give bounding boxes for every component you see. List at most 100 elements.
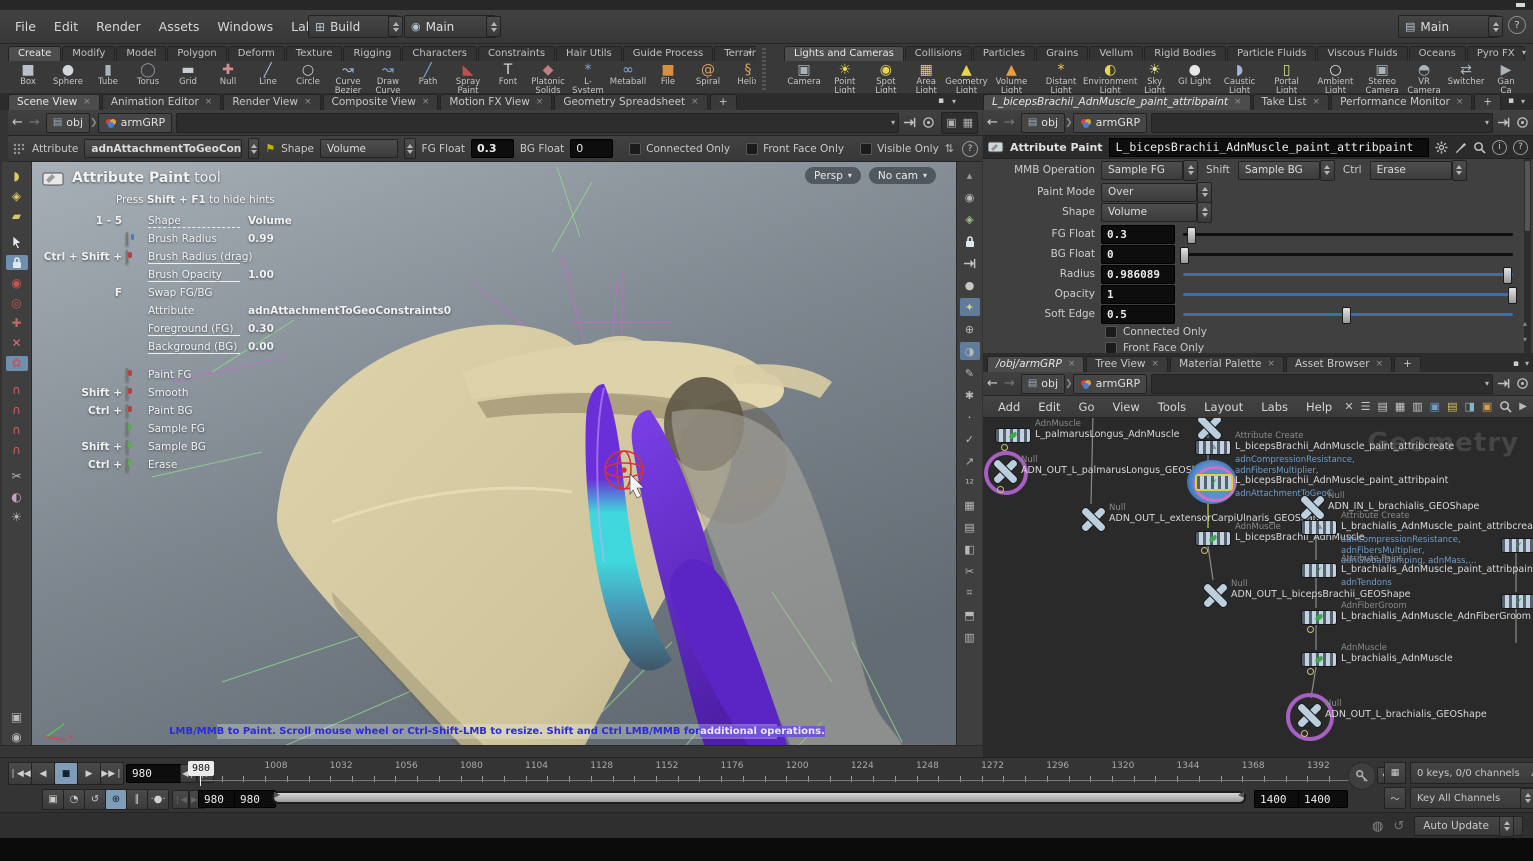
shelf-tool-area-light[interactable]: ▦Area Light: [906, 62, 946, 93]
shelf-tool-sphere[interactable]: ●Sphere: [48, 62, 88, 88]
checkbox[interactable]: [746, 143, 758, 155]
range-display-start-field[interactable]: 980: [234, 790, 276, 808]
menu-file[interactable]: File: [6, 19, 45, 34]
timeline-ruler[interactable]: 1008103210561080110411281152117612001224…: [200, 760, 1350, 786]
network-tab-1[interactable]: Tree View×: [1086, 356, 1168, 372]
group-list-icon[interactable]: ▤: [960, 518, 980, 536]
attribute-select[interactable]: adnAttachmentToGeoConstraints0 (Float): [84, 139, 242, 158]
list-icon[interactable]: ▤: [1377, 400, 1387, 413]
shelf-tab-rigging[interactable]: Rigging: [343, 46, 401, 61]
shelf-tool-switcher[interactable]: ⇄Switcher: [1446, 62, 1486, 88]
key-all-channels-select[interactable]: Key All Channels: [1410, 787, 1533, 809]
params-info-icon[interactable]: i: [1492, 140, 1507, 155]
playback-range-slider[interactable]: ▶◀: [272, 791, 1246, 804]
left-pane-tab-3[interactable]: Composite View×: [323, 94, 439, 110]
orient-tool-icon[interactable]: ◐: [6, 489, 28, 504]
shelf-tab-polygon[interactable]: Polygon: [167, 46, 226, 61]
wireframe-icon[interactable]: ⌗: [960, 584, 980, 602]
params-brush-icon[interactable]: [1454, 141, 1467, 154]
shelf-tool-portal-light[interactable]: ▯Portal Light: [1264, 62, 1308, 93]
desktop-spinner[interactable]: [486, 16, 501, 37]
node-l-bicepsbrachii-adnmuscle-paint-attribcreate[interactable]: ✎: [1195, 440, 1231, 455]
right-pane-tab-0[interactable]: L_bicepsBrachii_AdnMuscle_paint_attribpa…: [983, 94, 1251, 110]
shelf-tool-file[interactable]: ■File: [648, 62, 688, 88]
node-null-adn-out-l-palmaruslongus-geoshape[interactable]: [991, 458, 1017, 484]
close-tab-icon[interactable]: ×: [1313, 97, 1321, 107]
shelf-tool-spray-paint[interactable]: ◣Spray Paint: [448, 62, 488, 93]
playhead-flag[interactable]: 980: [188, 761, 214, 776]
menu-assets[interactable]: Assets: [150, 19, 209, 34]
param-field-bg-float[interactable]: 0: [1101, 245, 1175, 264]
viewport-root-chip[interactable]: ▤obj: [46, 113, 90, 133]
close-tab-icon[interactable]: ×: [1267, 359, 1275, 369]
close-tab-icon[interactable]: ×: [691, 97, 699, 107]
hand-tool-icon[interactable]: ☀: [6, 509, 28, 524]
network-forward-icon[interactable]: →: [1004, 376, 1015, 391]
shelf-tool-path[interactable]: ╱Path: [408, 62, 448, 88]
node-node[interactable]: ✓: [1501, 538, 1533, 553]
close-tab-icon[interactable]: ×: [1234, 97, 1242, 107]
shelf-tool-spot-light[interactable]: ◉Spot Light: [866, 62, 906, 93]
translate-tool-icon[interactable]: ◉: [6, 275, 28, 290]
viewport-follow-icon[interactable]: [922, 116, 935, 129]
close-tab-icon[interactable]: ×: [205, 97, 213, 107]
network-back-icon[interactable]: ←: [987, 376, 998, 391]
isolate-icon[interactable]: ◈: [960, 210, 980, 228]
spinner-control[interactable]: [1499, 816, 1514, 837]
close-tab-icon[interactable]: ×: [1376, 359, 1384, 369]
memory-usage-icon[interactable]: ◍: [1372, 819, 1383, 834]
params-back-icon[interactable]: ←: [987, 115, 998, 130]
clip-icon[interactable]: ✂: [960, 562, 980, 580]
left-pane-tab-0[interactable]: Scene View×: [8, 94, 100, 110]
node-l-palmaruslongus-adnmuscle[interactable]: [995, 428, 1031, 443]
shelf-tab-particle-fluids[interactable]: Particle Fluids: [1227, 46, 1316, 61]
snap-toggle-icon[interactable]: ∩: [6, 443, 28, 458]
close-tab-icon[interactable]: ×: [304, 97, 312, 107]
slider-handle[interactable]: [1508, 287, 1517, 304]
network-tab-2[interactable]: Material Palette×: [1170, 356, 1284, 372]
slider-handle[interactable]: [1187, 227, 1196, 244]
play-button[interactable]: ▶: [77, 762, 101, 785]
params-path-field[interactable]: ▾: [1151, 113, 1493, 133]
close-tab-icon[interactable]: ×: [1456, 97, 1464, 107]
key-display-toggle[interactable]: ·●·: [147, 789, 169, 810]
left-pane-tab-2[interactable]: Render View×: [223, 94, 320, 110]
keys-info-button[interactable]: 0 keys, 0/0 channels▴: [1410, 762, 1533, 784]
image-bg-icon[interactable]: ▣: [1430, 400, 1440, 413]
snapshot-icon[interactable]: ◨: [1464, 400, 1474, 413]
shelf-tab-deform[interactable]: Deform: [228, 46, 285, 61]
tree-icon[interactable]: ☰: [1361, 400, 1371, 413]
quickmark-icon[interactable]: ▶: [1519, 401, 1527, 412]
param-select-shape[interactable]: Volume: [1101, 203, 1197, 222]
param-field-soft-edge[interactable]: 0.5: [1101, 305, 1175, 324]
go-end-button[interactable]: ▶▶❘: [100, 762, 124, 785]
shelf-tab-modify[interactable]: Modify: [62, 46, 115, 61]
network-path-field[interactable]: ▾: [1151, 374, 1493, 394]
shelf-tool-vr-camera[interactable]: ◓VR Camera: [1402, 62, 1446, 93]
fg-float-field[interactable]: 0.3: [471, 139, 514, 158]
grid-display-icon[interactable]: ▦: [960, 496, 980, 514]
headlight-icon[interactable]: ✦: [960, 298, 980, 316]
shelf-tool-environment-light[interactable]: ◐Environment Light: [1086, 62, 1135, 93]
shelf-tab-particles[interactable]: Particles: [973, 46, 1035, 61]
menu-edit[interactable]: Edit: [45, 19, 87, 34]
network-new-tab-button[interactable]: +: [1394, 356, 1421, 372]
network-menu-help[interactable]: Help: [1297, 400, 1341, 414]
right-pane-tab-1[interactable]: Take List×: [1253, 94, 1330, 110]
left-pane-tab-4[interactable]: Motion FX View×: [440, 94, 552, 110]
node-l-brachialis-adnmuscle-paint-attribcreate[interactable]: ✎: [1301, 520, 1337, 535]
scroll-up-icon[interactable]: ▴: [960, 166, 980, 184]
attribute-spinner[interactable]: [248, 138, 259, 159]
go-start-button[interactable]: ❘◀◀: [8, 762, 32, 785]
spinner-control[interactable]: [1520, 788, 1533, 809]
set-key-button[interactable]: [1348, 762, 1376, 790]
shelfset-selector[interactable]: ⊞Build: [308, 15, 398, 38]
main-selector-right[interactable]: ▤Main: [1398, 15, 1498, 38]
shelf-tool-line[interactable]: ╱Line: [248, 62, 288, 88]
checkbox[interactable]: [629, 143, 641, 155]
shelf-tool-l-system[interactable]: *L-System: [568, 62, 608, 93]
shelf-tool-gi-light[interactable]: ●GI Light: [1175, 62, 1215, 88]
shelf-tool-ambient-light[interactable]: ○Ambient Light: [1309, 62, 1362, 93]
node-null-adn-in-l-brachialis-geoshape[interactable]: [1298, 494, 1324, 520]
params-node-chip[interactable]: armGRP: [1073, 113, 1148, 133]
